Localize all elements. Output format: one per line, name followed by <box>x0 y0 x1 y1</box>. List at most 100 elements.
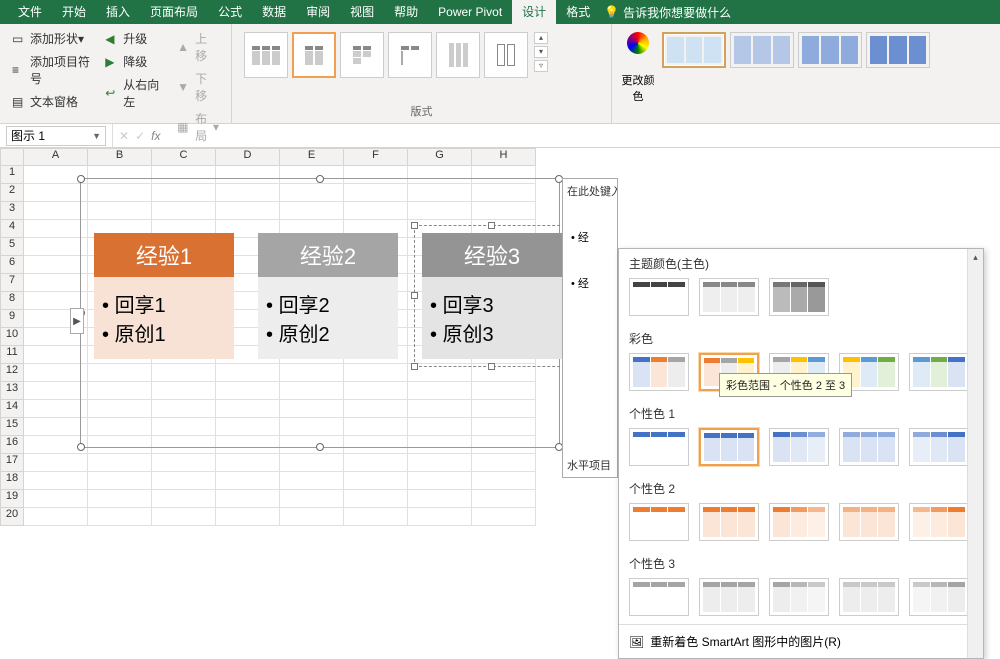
cell[interactable] <box>408 472 472 490</box>
cell[interactable] <box>24 346 88 364</box>
color-swatch[interactable] <box>839 503 899 541</box>
column-header[interactable]: E <box>280 148 344 166</box>
layout-thumb[interactable] <box>484 32 528 78</box>
smartart-card[interactable]: 经验3回享3原创3 <box>422 233 562 359</box>
smartart-bullet[interactable]: 原创1 <box>102 318 226 347</box>
color-swatch[interactable] <box>839 428 899 466</box>
layout-thumb[interactable] <box>244 32 288 78</box>
cell[interactable] <box>24 256 88 274</box>
color-swatch[interactable] <box>629 353 689 391</box>
tell-me-search[interactable]: 💡告诉我你想要做什么 <box>604 4 731 21</box>
smartart-bullet[interactable]: 回享1 <box>102 289 226 318</box>
layout-thumb[interactable] <box>436 32 480 78</box>
cell[interactable] <box>88 454 152 472</box>
resize-handle[interactable] <box>77 443 85 451</box>
cell[interactable] <box>24 274 88 292</box>
menu-item-视图[interactable]: 视图 <box>340 0 384 24</box>
layout-thumb-selected[interactable] <box>292 32 336 78</box>
row-header[interactable]: 17 <box>0 454 24 472</box>
smartart-card-title[interactable]: 经验1 <box>94 233 234 277</box>
style-thumb-selected[interactable] <box>662 32 726 68</box>
worksheet[interactable]: ABCDEFGH 1234567891011121314151617181920… <box>0 148 1000 548</box>
demote-button[interactable]: ▶降级 <box>101 51 167 72</box>
style-thumb[interactable] <box>798 32 862 68</box>
scroll-down-icon[interactable]: ▾ <box>534 46 548 58</box>
row-header[interactable]: 3 <box>0 202 24 220</box>
row-header[interactable]: 1 <box>0 166 24 184</box>
smartart-bullet[interactable]: 回享3 <box>430 289 554 318</box>
smartart-card-body[interactable]: 回享1原创1 <box>94 277 234 359</box>
cell[interactable] <box>88 472 152 490</box>
color-swatch[interactable] <box>769 578 829 616</box>
menu-item-数据[interactable]: 数据 <box>252 0 296 24</box>
cell[interactable] <box>24 490 88 508</box>
column-header[interactable]: F <box>344 148 408 166</box>
cell[interactable] <box>472 454 536 472</box>
smartart-bullet[interactable]: 回享2 <box>266 289 390 318</box>
add-bullet-button[interactable]: ≡添加项目符号 <box>8 51 95 89</box>
row-header[interactable]: 8 <box>0 292 24 310</box>
text-pane-item[interactable]: 经 <box>571 275 609 291</box>
column-header[interactable]: B <box>88 148 152 166</box>
color-swatch[interactable] <box>769 503 829 541</box>
color-swatch[interactable] <box>769 428 829 466</box>
cell[interactable] <box>280 508 344 526</box>
scroll-up-icon[interactable]: ▴ <box>968 249 983 265</box>
cell[interactable] <box>24 508 88 526</box>
row-header[interactable]: 9 <box>0 310 24 328</box>
cell[interactable] <box>216 508 280 526</box>
row-header[interactable]: 16 <box>0 436 24 454</box>
row-header[interactable]: 11 <box>0 346 24 364</box>
layout-gallery-scroll[interactable]: ▴▾▿ <box>532 32 548 72</box>
resize-handle[interactable] <box>316 443 324 451</box>
cell[interactable] <box>344 472 408 490</box>
formula-input-area[interactable]: ✕ ✓ fx <box>112 124 160 147</box>
resize-handle[interactable] <box>77 175 85 183</box>
column-header[interactable]: H <box>472 148 536 166</box>
cell[interactable] <box>24 454 88 472</box>
fx-icon[interactable]: fx <box>151 129 160 143</box>
row-header[interactable]: 15 <box>0 418 24 436</box>
menu-item-Power Pivot[interactable]: Power Pivot <box>428 0 512 24</box>
column-header[interactable]: C <box>152 148 216 166</box>
color-swatch[interactable] <box>909 353 969 391</box>
move-down-button[interactable]: ▼下移 <box>173 68 223 106</box>
color-swatch[interactable] <box>909 503 969 541</box>
smartart-card[interactable]: 经验2回享2原创2 <box>258 233 398 359</box>
cell[interactable] <box>280 490 344 508</box>
color-swatch[interactable] <box>909 428 969 466</box>
row-header[interactable]: 19 <box>0 490 24 508</box>
cell[interactable] <box>472 490 536 508</box>
row-header[interactable]: 14 <box>0 400 24 418</box>
cell[interactable] <box>280 454 344 472</box>
cell[interactable] <box>216 472 280 490</box>
row-header[interactable]: 7 <box>0 274 24 292</box>
cell[interactable] <box>24 400 88 418</box>
cell[interactable] <box>24 364 88 382</box>
smartart-card-title[interactable]: 经验2 <box>258 233 398 277</box>
column-header[interactable]: A <box>24 148 88 166</box>
color-swatch[interactable] <box>699 503 759 541</box>
cell[interactable] <box>88 508 152 526</box>
move-up-button[interactable]: ▲上移 <box>173 28 223 66</box>
smartart-text-pane[interactable]: 在此处键入 经 经 水平项目 <box>562 178 618 478</box>
cell[interactable] <box>344 490 408 508</box>
layout-thumb[interactable] <box>388 32 432 78</box>
text-pane-toggle[interactable]: ▶ <box>70 308 84 334</box>
resize-handle[interactable] <box>316 175 324 183</box>
row-header[interactable]: 2 <box>0 184 24 202</box>
resize-handle[interactable] <box>411 292 418 299</box>
row-header[interactable]: 20 <box>0 508 24 526</box>
cell[interactable] <box>152 508 216 526</box>
cell[interactable] <box>24 220 88 238</box>
menu-item-设计[interactable]: 设计 <box>512 0 556 24</box>
row-header[interactable]: 6 <box>0 256 24 274</box>
row-header[interactable]: 12 <box>0 364 24 382</box>
add-shape-button[interactable]: ▭添加形状 ▾ <box>8 28 95 49</box>
color-swatch[interactable] <box>699 578 759 616</box>
color-swatch[interactable] <box>629 503 689 541</box>
rtl-button[interactable]: ↩从右向左 <box>101 74 167 112</box>
column-header[interactable]: G <box>408 148 472 166</box>
cell[interactable] <box>152 454 216 472</box>
menu-item-开始[interactable]: 开始 <box>52 0 96 24</box>
